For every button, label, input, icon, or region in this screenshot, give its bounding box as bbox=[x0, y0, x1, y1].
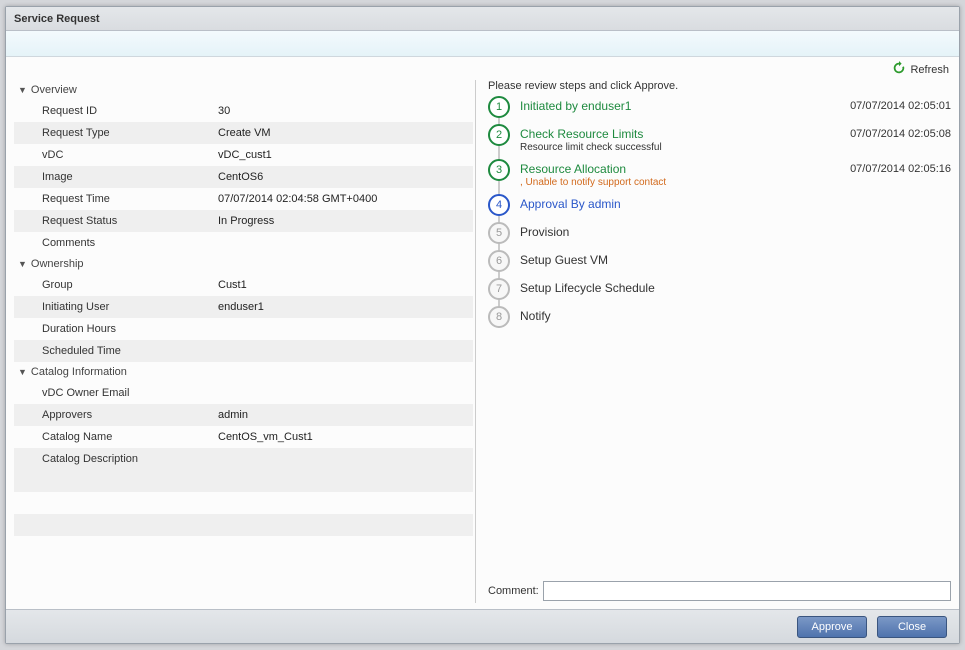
section-catalog-title: Catalog Information bbox=[31, 366, 127, 378]
row-vdc: vDC vDC_cust1 bbox=[14, 144, 473, 166]
row-duration-hours: Duration Hours bbox=[14, 318, 473, 340]
workflow-panel: Please review steps and click Approve. 1… bbox=[476, 80, 951, 603]
step-number: 3 bbox=[488, 159, 510, 181]
refresh-button[interactable]: Refresh bbox=[892, 61, 949, 78]
step-body: Resource Allocation 07/07/2014 02:05:16 , … bbox=[520, 159, 951, 188]
step-title: Resource Allocation bbox=[520, 162, 626, 176]
step-title: Check Resource Limits bbox=[520, 127, 643, 141]
step-title: Setup Guest VM bbox=[520, 253, 608, 267]
comment-label: Comment: bbox=[488, 585, 539, 597]
row-catalog-name: Catalog Name CentOS_vm_Cust1 bbox=[14, 426, 473, 448]
details-panel: ▼ Overview Request ID 30 Request Type Cr… bbox=[14, 80, 476, 603]
comment-input[interactable] bbox=[543, 581, 951, 601]
step-title: Initiated by enduser1 bbox=[520, 99, 631, 113]
step-number: 6 bbox=[488, 250, 510, 272]
workflow-step: 8 Notify bbox=[488, 306, 951, 328]
workflow-step: 2 Check Resource Limits 07/07/2014 02:05:0… bbox=[488, 124, 951, 153]
step-body: Check Resource Limits 07/07/2014 02:05:08… bbox=[520, 124, 951, 153]
chevron-down-icon: ▼ bbox=[18, 85, 27, 95]
step-subtitle: Resource limit check successful bbox=[520, 142, 951, 153]
steps-intro: Please review steps and click Approve. bbox=[488, 80, 951, 92]
workflow-step: 5 Provision bbox=[488, 222, 951, 244]
workflow-step: 7 Setup Lifecycle Schedule bbox=[488, 278, 951, 300]
workflow-step: 1 Initiated by enduser1 07/07/2014 02:05:0… bbox=[488, 96, 951, 118]
row-scheduled-time: Scheduled Time bbox=[14, 340, 473, 362]
close-button[interactable]: Close bbox=[877, 616, 947, 638]
refresh-label: Refresh bbox=[910, 64, 949, 76]
step-body: Setup Guest VM bbox=[520, 250, 951, 267]
step-timestamp: 07/07/2014 02:05:01 bbox=[850, 100, 951, 112]
step-body: Notify bbox=[520, 306, 951, 323]
row-request-time: Request Time 07/07/2014 02:04:58 GMT+040… bbox=[14, 188, 473, 210]
section-ownership-header[interactable]: ▼ Ownership bbox=[14, 254, 473, 274]
step-body: Setup Lifecycle Schedule bbox=[520, 278, 951, 295]
step-timestamp: 07/07/2014 02:05:08 bbox=[850, 128, 951, 140]
comment-area: Comment: bbox=[488, 577, 951, 603]
step-title: Approval By admin bbox=[520, 197, 621, 211]
workflow-step: 4 Approval By admin bbox=[488, 194, 951, 216]
chevron-down-icon: ▼ bbox=[18, 259, 27, 269]
footer-bar: Approve Close bbox=[6, 609, 959, 643]
row-image: Image CentOS6 bbox=[14, 166, 473, 188]
refresh-bar: Refresh bbox=[6, 57, 959, 80]
step-title: Provision bbox=[520, 225, 569, 239]
row-catalog-description: Catalog Description bbox=[14, 448, 473, 470]
row-approvers: Approvers admin bbox=[14, 404, 473, 426]
row-request-status: Request Status In Progress bbox=[14, 210, 473, 232]
step-timestamp: 07/07/2014 02:05:16 bbox=[850, 163, 951, 175]
approve-button[interactable]: Approve bbox=[797, 616, 867, 638]
step-title: Setup Lifecycle Schedule bbox=[520, 281, 655, 295]
section-ownership-title: Ownership bbox=[31, 258, 84, 270]
step-number: 8 bbox=[488, 306, 510, 328]
steps-list: 1 Initiated by enduser1 07/07/2014 02:05:0… bbox=[488, 96, 951, 577]
row-request-type: Request Type Create VM bbox=[14, 122, 473, 144]
section-catalog-header[interactable]: ▼ Catalog Information bbox=[14, 362, 473, 382]
step-body: Initiated by enduser1 07/07/2014 02:05:01 bbox=[520, 96, 951, 113]
step-number: 5 bbox=[488, 222, 510, 244]
step-body: Provision bbox=[520, 222, 951, 239]
workflow-step: 3 Resource Allocation 07/07/2014 02:05:16,… bbox=[488, 159, 951, 188]
step-subtitle: , Unable to notify support contact bbox=[520, 177, 951, 188]
section-overview-header[interactable]: ▼ Overview bbox=[14, 80, 473, 100]
step-title: Notify bbox=[520, 309, 551, 323]
content-area: ▼ Overview Request ID 30 Request Type Cr… bbox=[6, 80, 959, 609]
row-vdc-owner-email: vDC Owner Email bbox=[14, 382, 473, 404]
toolbar-strip bbox=[6, 31, 959, 57]
row-initiating-user: Initiating User enduser1 bbox=[14, 296, 473, 318]
workflow-step: 6 Setup Guest VM bbox=[488, 250, 951, 272]
step-number: 2 bbox=[488, 124, 510, 146]
row-request-id: Request ID 30 bbox=[14, 100, 473, 122]
service-request-dialog: Service Request Refresh ▼ Overview Reque… bbox=[5, 6, 960, 644]
step-number: 7 bbox=[488, 278, 510, 300]
refresh-icon bbox=[892, 61, 906, 78]
tail-blank-rows bbox=[14, 470, 473, 558]
row-comments: Comments bbox=[14, 232, 473, 254]
section-overview-title: Overview bbox=[31, 84, 77, 96]
chevron-down-icon: ▼ bbox=[18, 367, 27, 377]
row-group: Group Cust1 bbox=[14, 274, 473, 296]
step-number: 1 bbox=[488, 96, 510, 118]
step-number: 4 bbox=[488, 194, 510, 216]
dialog-title: Service Request bbox=[14, 13, 100, 25]
step-body: Approval By admin bbox=[520, 194, 951, 211]
dialog-header: Service Request bbox=[6, 7, 959, 31]
